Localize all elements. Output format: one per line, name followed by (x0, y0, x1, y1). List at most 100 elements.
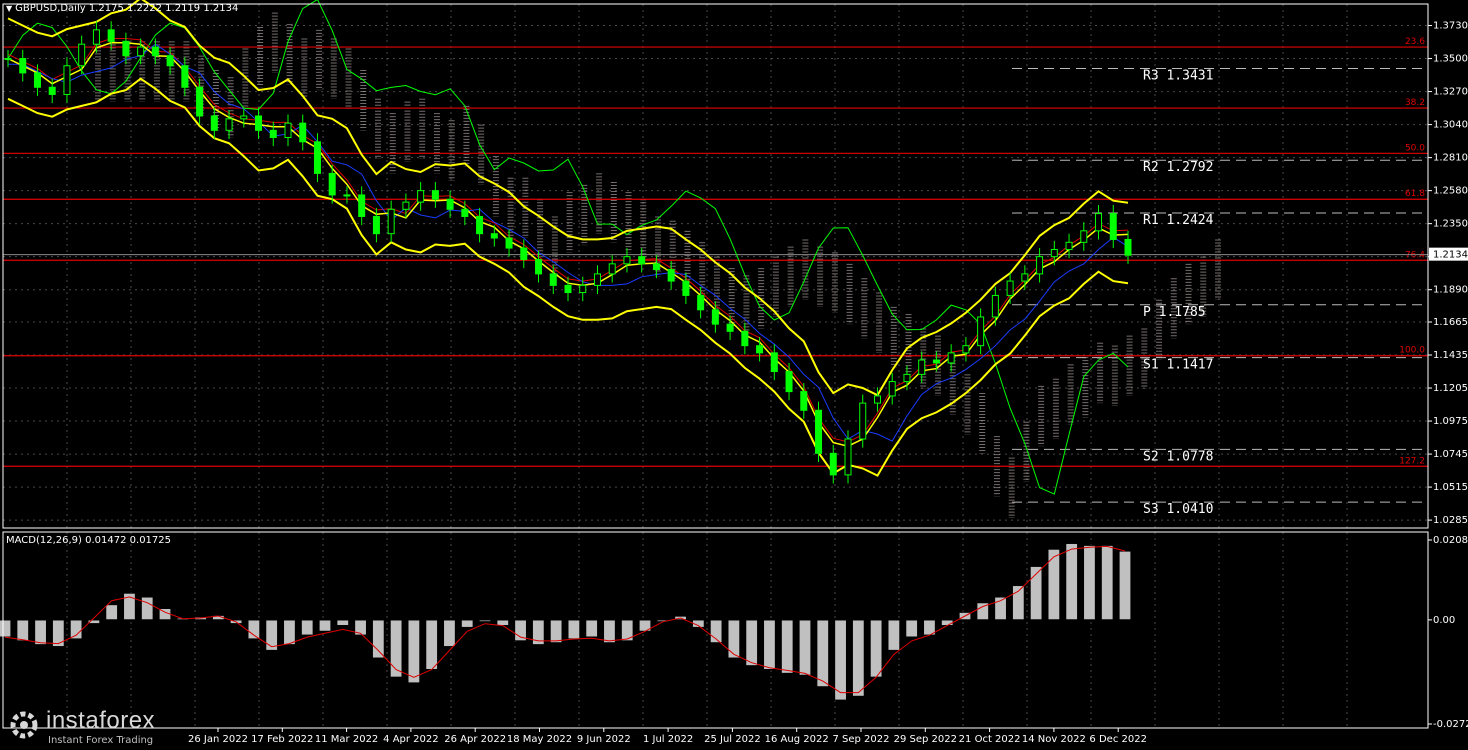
macd-histogram-bar (425, 619, 439, 671)
macd-histogram-bar (407, 619, 421, 684)
candle-body (461, 208, 469, 217)
candle-body (78, 43, 86, 67)
macd-histogram-bar (69, 619, 83, 640)
candle-body (151, 46, 159, 57)
x-tick-label: 7 Sep 2022 (832, 734, 889, 745)
macd-histogram-bar (1100, 544, 1114, 621)
macd-histogram-bar (1118, 550, 1132, 621)
macd-histogram-bar (371, 619, 385, 659)
y-tick-label: 1.3040 (1433, 120, 1468, 131)
candle-body (1065, 241, 1073, 250)
x-tick-label: 26 Jan 2022 (188, 734, 248, 745)
candle-body (667, 269, 675, 282)
candle-body (402, 201, 410, 210)
y-tick-label: 1.2810 (1433, 153, 1468, 164)
candle-body (991, 294, 999, 318)
x-tick-label: 6 Dec 2022 (1089, 734, 1147, 745)
fib-level-label: 23.6 (1405, 37, 1425, 47)
candle-body (593, 273, 601, 286)
y-tick-label: 1.1665 (1433, 317, 1468, 328)
candle-body (1006, 280, 1014, 296)
candle-body (19, 58, 27, 74)
x-tick-label: 21 Oct 2022 (959, 734, 1021, 745)
macd-histogram-bar (1047, 548, 1061, 621)
candle-body (505, 237, 513, 249)
candle-body (63, 65, 71, 95)
brand-tagline: Instant Forex Trading (48, 735, 154, 746)
candle-body (638, 256, 646, 265)
y-tick-label: 1.0515 (1433, 482, 1468, 493)
candle-body (1050, 248, 1058, 258)
macd-histogram-bar (140, 596, 154, 621)
y-tick-label: 1.0745 (1433, 449, 1468, 460)
fib-level-label: 38.2 (1405, 98, 1425, 108)
candle-body (343, 194, 351, 197)
candle-body (520, 247, 528, 261)
fib-level-label: 127.2 (1399, 456, 1425, 466)
macd-histogram-bar (869, 619, 883, 678)
candle-body (623, 256, 631, 265)
candle-body (92, 29, 100, 45)
candle-body (1036, 256, 1044, 275)
macd-histogram-bar (549, 619, 563, 644)
y-tick-label: 1.2580 (1433, 186, 1468, 197)
candle-body (4, 58, 12, 61)
pivot-label: S3 1.0410 (1143, 502, 1213, 517)
candle-body (476, 215, 484, 235)
macd-histogram-bar (1065, 542, 1079, 621)
macd-panel: 0.02088 0.00 -0.02722 (0, 535, 1468, 730)
candle-body (800, 391, 808, 411)
pivot-label: R3 1.3431 (1143, 68, 1213, 83)
candle-body (888, 381, 896, 397)
pivot-label: R1 1.2424 (1143, 213, 1214, 228)
candle-body (313, 141, 321, 174)
time-axis: 26 Jan 2022 17 Feb 2022 11 Mar 2022 4 Apr 2… (188, 728, 1147, 745)
x-tick-label: 18 May 2022 (507, 734, 572, 745)
macd-histogram-bar (638, 619, 652, 632)
candle-body (1124, 238, 1132, 256)
fib-level-label: 100.0 (1399, 346, 1425, 356)
candle-body (1109, 213, 1117, 240)
candle-body (711, 309, 719, 325)
macd-histogram-bar (762, 619, 777, 671)
y-tick-label: 1.1890 (1433, 285, 1468, 296)
chart-canvas: 23.6 38.2 50.0 61.8 76.4 100.0 127.2 R3 1.3431… (0, 0, 1468, 745)
candle-body (564, 284, 572, 294)
macd-y-tick-label: 0.02088 (1433, 535, 1468, 546)
macd-histogram-bar (940, 619, 954, 627)
y-tick-label: 1.2350 (1433, 219, 1468, 230)
candle-body (829, 452, 837, 476)
macd-histogram-bar (0, 619, 12, 638)
macd-histogram-bar (51, 619, 65, 648)
instaforex-logo: instaforex Instant Forex Trading (0, 703, 180, 750)
candle-body (1080, 230, 1088, 243)
candle-body (446, 198, 454, 210)
candle-body (240, 115, 248, 120)
macd-histogram-bar (585, 619, 599, 638)
candle-body (859, 402, 867, 440)
candle-body (269, 129, 277, 139)
candle-body (873, 395, 881, 404)
candle-body (225, 118, 233, 131)
macd-histogram-bar (816, 619, 830, 688)
x-tick-label: 14 Nov 2022 (1022, 734, 1086, 745)
macd-histogram-bar (105, 603, 119, 621)
macd-y-tick-label: 0.00 (1433, 615, 1455, 626)
macd-histogram-bar (745, 619, 759, 667)
dropdown-triangle-icon[interactable]: ▼ (6, 4, 12, 13)
candle-body (137, 46, 145, 57)
pivot-label: P 1.1785 (1143, 305, 1206, 320)
x-tick-label: 26 Apr 2022 (444, 734, 506, 745)
candle-body (815, 409, 823, 454)
x-tick-label: 29 Sep 2022 (894, 734, 957, 745)
candle-body (947, 352, 955, 364)
macd-header: MACD(12,26,9) 0.01472 0.01725 (6, 535, 172, 546)
macd-histogram-bar (567, 619, 581, 640)
x-tick-label: 17 Feb 2022 (251, 734, 313, 745)
macd-histogram-bar (833, 619, 848, 701)
candle-body (697, 294, 705, 311)
candle-body (962, 345, 970, 354)
candle-body (210, 115, 218, 131)
macd-histogram-bar (389, 619, 403, 678)
candle-body (107, 29, 115, 42)
